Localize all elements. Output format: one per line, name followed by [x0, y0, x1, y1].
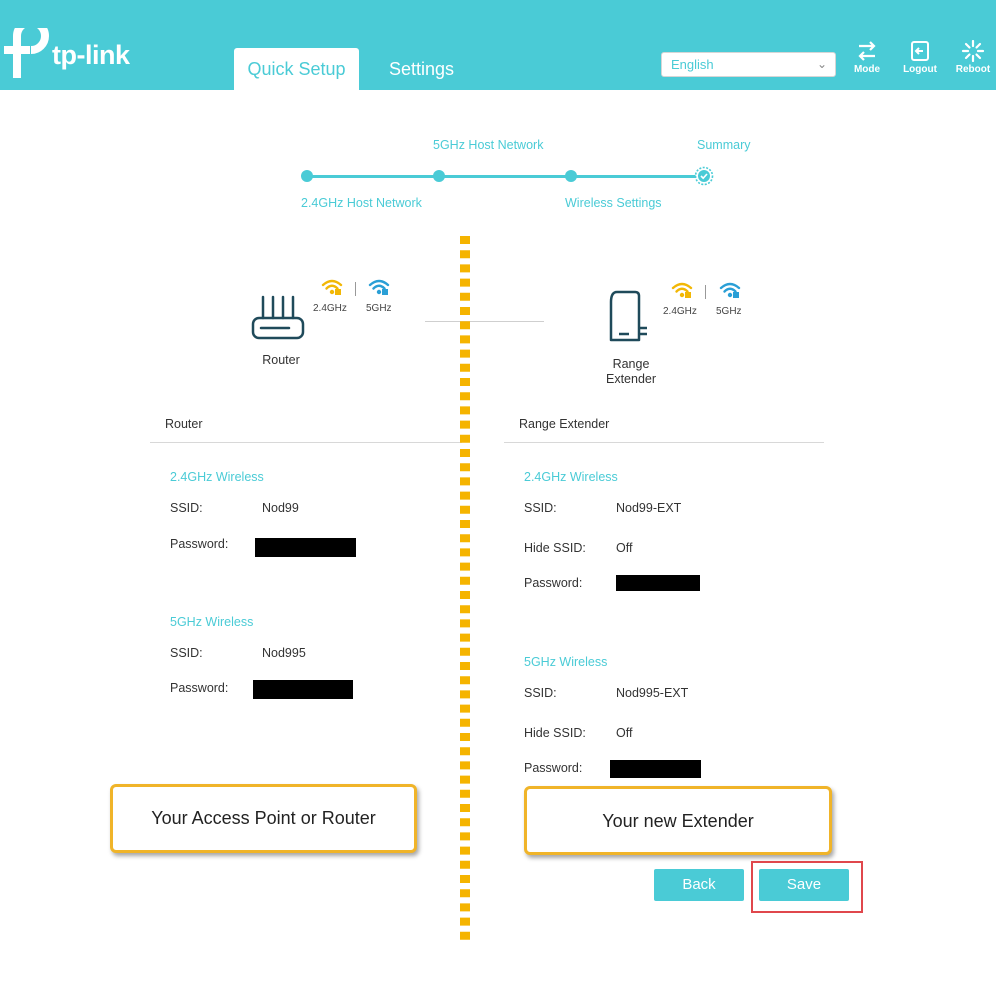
range-extender-icon: [609, 290, 647, 342]
reboot-label: Reboot: [955, 64, 991, 75]
extender-24-hide-ssid-label: Hide SSID:: [524, 541, 586, 555]
step-current-check-icon: [694, 166, 714, 186]
router-24-ssid-value: Nod99: [262, 501, 299, 515]
router-device-label: Router: [262, 353, 300, 367]
band-divider: [355, 282, 356, 296]
save-button[interactable]: Save: [759, 869, 849, 901]
router-band-5-label: 5GHz: [366, 303, 392, 314]
step-dot-1: [301, 170, 313, 182]
language-select[interactable]: English ⌄: [661, 52, 836, 77]
band-divider: [705, 285, 706, 299]
step-dot-3: [565, 170, 577, 182]
wifi-24ghz-icon: [671, 282, 693, 298]
router-5-ssid-value: Nod995: [262, 646, 306, 660]
extender-band-24-label: 2.4GHz: [663, 306, 697, 317]
callout-new-extender: Your new Extender: [524, 786, 832, 855]
extender-5ghz-heading: 5GHz Wireless: [524, 655, 608, 669]
extender-section-divider: [504, 442, 824, 443]
extender-label-line1: Range: [612, 357, 650, 371]
step-label-summary: Summary: [697, 138, 751, 152]
extender-label-line2: Extender: [605, 372, 657, 386]
logout-button[interactable]: Logout: [898, 40, 942, 80]
back-button[interactable]: Back: [654, 869, 744, 901]
extender-5-hide-ssid-value: Off: [616, 726, 633, 740]
step-label-wireless-settings: Wireless Settings: [565, 196, 662, 210]
extender-5-password-label: Password:: [524, 761, 583, 775]
stepper-line: [307, 175, 705, 178]
callout-access-point: Your Access Point or Router: [110, 784, 417, 853]
router-24-password-label: Password:: [170, 537, 229, 551]
extender-24-ssid-value: Nod99-EXT: [616, 501, 682, 515]
reboot-icon: [961, 40, 985, 62]
step-label-5ghz-host: 5GHz Host Network: [433, 138, 544, 152]
extender-device-label: Range Extender: [596, 357, 666, 387]
extender-5-ssid-label: SSID:: [524, 686, 557, 700]
redacted-password: [616, 575, 700, 591]
tab-settings[interactable]: Settings: [374, 48, 469, 90]
router-5ghz-heading: 5GHz Wireless: [170, 615, 254, 629]
extender-5-ssid-value: Nod995-EXT: [616, 686, 689, 700]
extender-24-hide-ssid-value: Off: [616, 541, 633, 555]
redacted-password: [255, 538, 356, 557]
router-24ghz-heading: 2.4GHz Wireless: [170, 470, 264, 484]
mode-label: Mode: [853, 64, 881, 75]
extender-section-title: Range Extender: [519, 417, 610, 431]
reboot-button[interactable]: Reboot: [951, 40, 995, 80]
step-label-24ghz-host: 2.4GHz Host Network: [301, 196, 422, 210]
wifi-5ghz-icon: [719, 282, 741, 298]
mode-icon: [858, 41, 876, 61]
logout-label: Logout: [903, 64, 937, 75]
router-24-ssid-label: SSID:: [170, 501, 203, 515]
router-section-divider: [150, 442, 462, 443]
extender-band-5-label: 5GHz: [716, 306, 742, 317]
redacted-password: [610, 760, 701, 778]
router-5-ssid-label: SSID:: [170, 646, 203, 660]
brand-name: tp-link: [52, 40, 130, 70]
extender-24ghz-heading: 2.4GHz Wireless: [524, 470, 618, 484]
router-section-title: Router: [165, 417, 203, 431]
connection-line: [425, 321, 544, 322]
extender-24-password-label: Password:: [524, 576, 583, 590]
chevron-down-icon: ⌄: [816, 57, 827, 71]
router-5-password-label: Password:: [170, 681, 229, 695]
wifi-5ghz-icon: [368, 279, 390, 295]
router-band-24-label: 2.4GHz: [313, 303, 347, 314]
extender-24-ssid-label: SSID:: [524, 501, 557, 515]
redacted-password: [253, 680, 353, 699]
annotation-dashed-divider: [460, 236, 470, 946]
logout-icon: [911, 41, 929, 61]
wifi-24ghz-icon: [321, 279, 343, 295]
language-value: English: [671, 57, 714, 72]
mode-button[interactable]: Mode: [845, 40, 889, 80]
tab-quick-setup[interactable]: Quick Setup: [234, 48, 359, 90]
router-icon: [251, 295, 305, 340]
step-dot-2: [433, 170, 445, 182]
extender-5-hide-ssid-label: Hide SSID:: [524, 726, 586, 740]
